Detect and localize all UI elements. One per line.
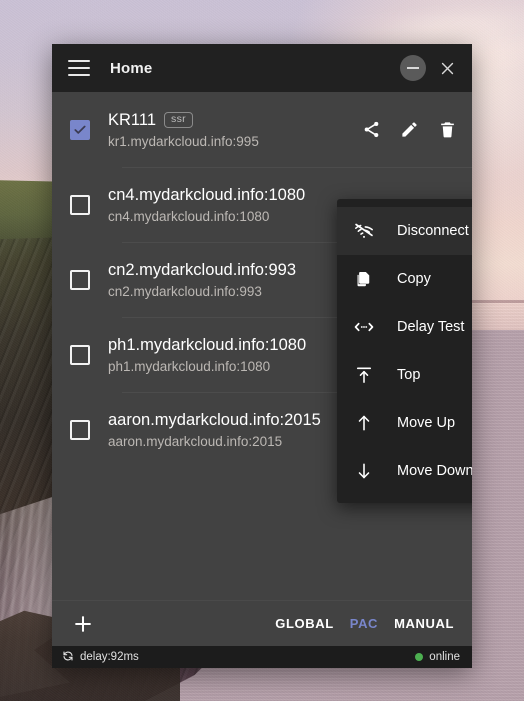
row-title: aaron.mydarkcloud.info:2015 <box>108 410 321 429</box>
mode-tabs: GLOBAL PAC MANUAL <box>275 616 454 631</box>
minimize-bar <box>407 67 419 69</box>
arrow-up-icon <box>353 412 375 434</box>
status-bar: delay:92ms online <box>52 646 472 668</box>
minimize-icon[interactable] <box>400 55 426 81</box>
title-bar: Home <box>52 44 472 92</box>
desktop-wallpaper: Home KR111 ssr kr1.mydarkcloud.info:995 … <box>0 0 524 701</box>
row-checkbox[interactable] <box>70 344 90 365</box>
row-title-line: KR111 ssr <box>108 111 350 130</box>
connection-status: online <box>429 651 460 663</box>
row-actions <box>360 119 458 141</box>
page-title: Home <box>110 59 153 77</box>
row-text: KR111 ssr kr1.mydarkcloud.info:995 <box>108 111 350 149</box>
refresh-icon[interactable] <box>62 650 74 665</box>
tab-manual[interactable]: MANUAL <box>394 616 454 631</box>
plus-icon[interactable] <box>70 611 96 637</box>
share-icon[interactable] <box>360 119 382 141</box>
menu-item-label: Disconnect <box>397 223 469 239</box>
menu-item-copy[interactable]: Copy <box>337 255 472 303</box>
tab-pac[interactable]: PAC <box>350 616 378 631</box>
bottom-toolbar: GLOBAL PAC MANUAL <box>52 600 472 646</box>
row-checkbox[interactable] <box>70 269 90 290</box>
menu-item-label: Copy <box>397 271 431 287</box>
row-checkbox[interactable] <box>70 194 90 215</box>
move-top-icon <box>353 364 375 386</box>
status-connection-group: online <box>415 651 460 663</box>
edit-icon[interactable] <box>398 119 420 141</box>
delay-text: delay:92ms <box>80 651 139 663</box>
menu-item-top[interactable]: Top <box>337 351 472 399</box>
context-menu: Disconnect Copy Delay Test Top Move Up M… <box>337 199 472 503</box>
menu-item-label: Top <box>397 367 421 383</box>
delete-icon[interactable] <box>436 119 458 141</box>
row-checkbox[interactable] <box>70 119 90 140</box>
row-checkbox[interactable] <box>70 419 90 440</box>
status-delay-group: delay:92ms <box>62 650 139 665</box>
wifi-off-icon <box>353 220 375 242</box>
close-icon[interactable] <box>434 55 460 81</box>
row-title: cn2.mydarkcloud.info:993 <box>108 260 297 279</box>
online-indicator-dot <box>415 653 424 661</box>
delay-test-icon <box>353 316 375 338</box>
menu-item-disconnect[interactable]: Disconnect <box>337 207 472 255</box>
menu-item-move-up[interactable]: Move Up <box>337 399 472 447</box>
row-title: KR111 <box>108 110 157 129</box>
menu-item-move-down[interactable]: Move Down <box>337 447 472 495</box>
copy-icon <box>353 268 375 290</box>
status-badge: ssr <box>164 111 193 129</box>
row-title: cn4.mydarkcloud.info:1080 <box>108 185 306 204</box>
hamburger-icon[interactable] <box>68 60 90 76</box>
row-title: ph1.mydarkcloud.info:1080 <box>108 335 307 354</box>
menu-item-label: Move Down <box>397 463 472 479</box>
menu-item-label: Delay Test <box>397 319 465 335</box>
menu-item-delay-test[interactable]: Delay Test <box>337 303 472 351</box>
row-address: kr1.mydarkcloud.info:995 <box>108 133 259 149</box>
tab-global[interactable]: GLOBAL <box>275 616 333 631</box>
menu-item-label: Move Up <box>397 415 456 431</box>
arrow-down-icon <box>353 460 375 482</box>
app-window: Home KR111 ssr kr1.mydarkcloud.info:995 … <box>52 44 472 668</box>
table-row[interactable]: KR111 ssr kr1.mydarkcloud.info:995 <box>52 92 472 167</box>
